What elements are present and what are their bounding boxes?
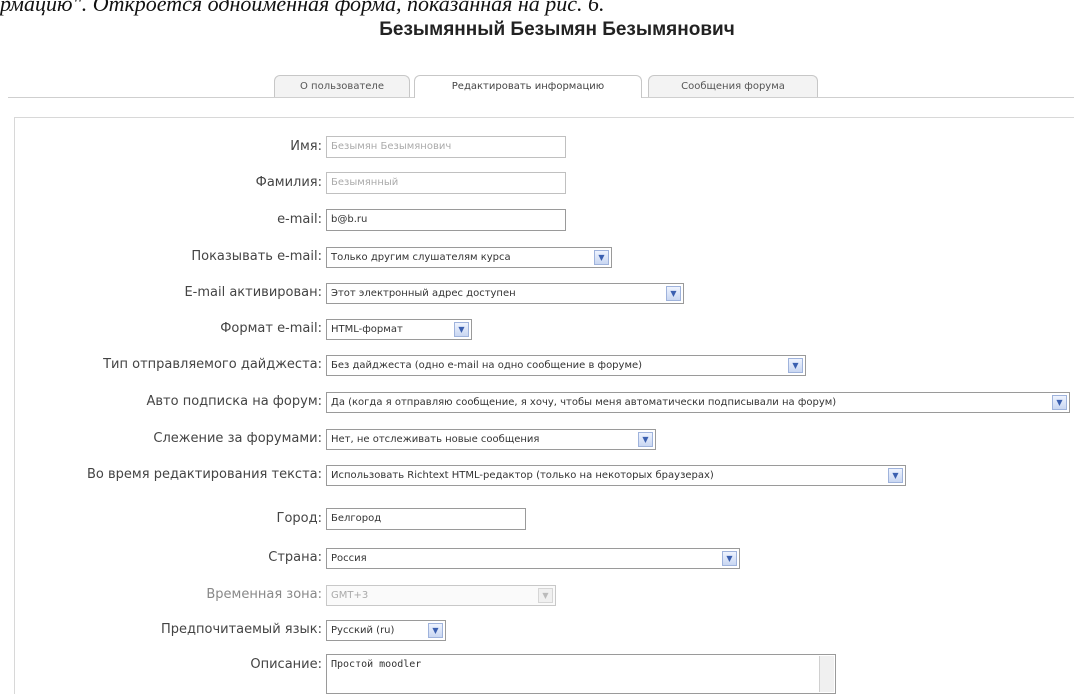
row-maildigest: Тип отправляемого дайджеста: Без дайджес… (0, 352, 1074, 380)
lang-select[interactable]: Русский (ru) ▼ (326, 620, 446, 641)
autosubscribe-label: Авто подписка на форум: (146, 394, 323, 409)
row-city: Город: Белгород (0, 506, 1074, 534)
trackforums-value: Нет, не отслеживать новые сообщения (331, 434, 540, 445)
chevron-down-icon[interactable]: ▼ (454, 322, 469, 337)
row-emailstop: E-mail активирован: Этот электронный адр… (0, 280, 1074, 308)
row-lang: Предпочитаемый язык: Русский (ru) ▼ (0, 617, 1074, 645)
chevron-down-icon: ▼ (538, 588, 553, 603)
row-trackforums: Слежение за форумами: Нет, не отслеживат… (0, 426, 1074, 454)
firstname-label: Имя: (290, 139, 322, 154)
chevron-down-icon[interactable]: ▼ (638, 432, 653, 447)
country-value: Россия (331, 553, 367, 564)
description-value: Простой moodler (331, 659, 422, 670)
lang-label: Предпочитаемый язык: (160, 622, 322, 637)
trackforums-select[interactable]: Нет, не отслеживать новые сообщения ▼ (326, 429, 656, 450)
maildigest-select[interactable]: Без дайджеста (одно e-mail на одно сообщ… (326, 355, 806, 376)
description-textarea[interactable]: Простой moodler (326, 654, 836, 694)
maildisplay-value: Только другим слушателям курса (331, 252, 511, 263)
document-intro-text: рмацию". Откроется одноименная форма, по… (0, 0, 605, 16)
tab-edit-profile[interactable]: Редактировать информацию (414, 75, 642, 98)
autosubscribe-select[interactable]: Да (когда я отправляю сообщение, я хочу,… (326, 392, 1070, 413)
htmleditor-label: Во время редактирования текста: (87, 467, 322, 482)
chevron-down-icon[interactable]: ▼ (788, 358, 803, 373)
timezone-label: Временная зона: (206, 587, 322, 602)
textarea-scrollbar[interactable] (819, 656, 834, 692)
row-firstname: Имя: Безымян Безымянович (0, 134, 1074, 162)
email-field[interactable]: b@b.ru (326, 209, 566, 231)
row-country: Страна: Россия ▼ (0, 545, 1074, 573)
row-autosubscribe: Авто подписка на форум: Да (когда я отпр… (0, 389, 1074, 417)
firstname-field[interactable]: Безымян Безымянович (326, 136, 566, 158)
mailformat-select[interactable]: HTML-формат ▼ (326, 319, 472, 340)
maildisplay-select[interactable]: Только другим слушателям курса ▼ (326, 247, 612, 268)
maildisplay-label: Показывать e-mail: (191, 249, 322, 264)
row-mailformat: Формат e-mail: HTML-формат ▼ (0, 316, 1074, 344)
timezone-select: GMT+3 ▼ (326, 585, 556, 606)
row-lastname: Фамилия: Безымянный (0, 170, 1074, 198)
chevron-down-icon[interactable]: ▼ (722, 551, 737, 566)
city-field[interactable]: Белгород (326, 508, 526, 530)
description-label: Описание: (250, 657, 322, 672)
city-label: Город: (276, 511, 322, 526)
lastname-label: Фамилия: (255, 175, 322, 190)
autosubscribe-value: Да (когда я отправляю сообщение, я хочу,… (331, 397, 837, 408)
chevron-down-icon[interactable]: ▼ (1052, 395, 1067, 410)
row-htmleditor: Во время редактирования текста: Использо… (0, 462, 1074, 490)
mailformat-value: HTML-формат (331, 324, 403, 335)
maildigest-value: Без дайджеста (одно e-mail на одно сообщ… (331, 360, 643, 371)
trackforums-label: Слежение за форумами: (153, 431, 322, 446)
row-timezone: Временная зона: GMT+3 ▼ (0, 582, 1074, 610)
page-title: Безымянный Безымян Безымянович (379, 19, 735, 40)
htmleditor-value: Использовать Richtext HTML-редактор (тол… (331, 470, 714, 481)
tab-forum-posts[interactable]: Сообщения форума (648, 75, 818, 97)
country-label: Страна: (268, 550, 322, 565)
country-select[interactable]: Россия ▼ (326, 548, 740, 569)
lang-value: Русский (ru) (331, 625, 395, 636)
timezone-value: GMT+3 (331, 590, 369, 601)
mailformat-label: Формат e-mail: (220, 321, 322, 336)
emailstop-label: E-mail активирован: (184, 285, 322, 300)
row-maildisplay: Показывать e-mail: Только другим слушате… (0, 244, 1074, 272)
lastname-field[interactable]: Безымянный (326, 172, 566, 194)
maildigest-label: Тип отправляемого дайджеста: (103, 357, 322, 372)
chevron-down-icon[interactable]: ▼ (666, 286, 681, 301)
email-label: e-mail: (277, 212, 322, 227)
chevron-down-icon[interactable]: ▼ (888, 468, 903, 483)
chevron-down-icon[interactable]: ▼ (594, 250, 609, 265)
row-email: e-mail: b@b.ru (0, 207, 1074, 235)
tab-profile[interactable]: О пользователе (274, 75, 410, 97)
htmleditor-select[interactable]: Использовать Richtext HTML-редактор (тол… (326, 465, 906, 486)
emailstop-select[interactable]: Этот электронный адрес доступен ▼ (326, 283, 684, 304)
row-description: Описание: Простой moodler (0, 652, 1074, 694)
chevron-down-icon[interactable]: ▼ (428, 623, 443, 638)
emailstop-value: Этот электронный адрес доступен (331, 288, 516, 299)
